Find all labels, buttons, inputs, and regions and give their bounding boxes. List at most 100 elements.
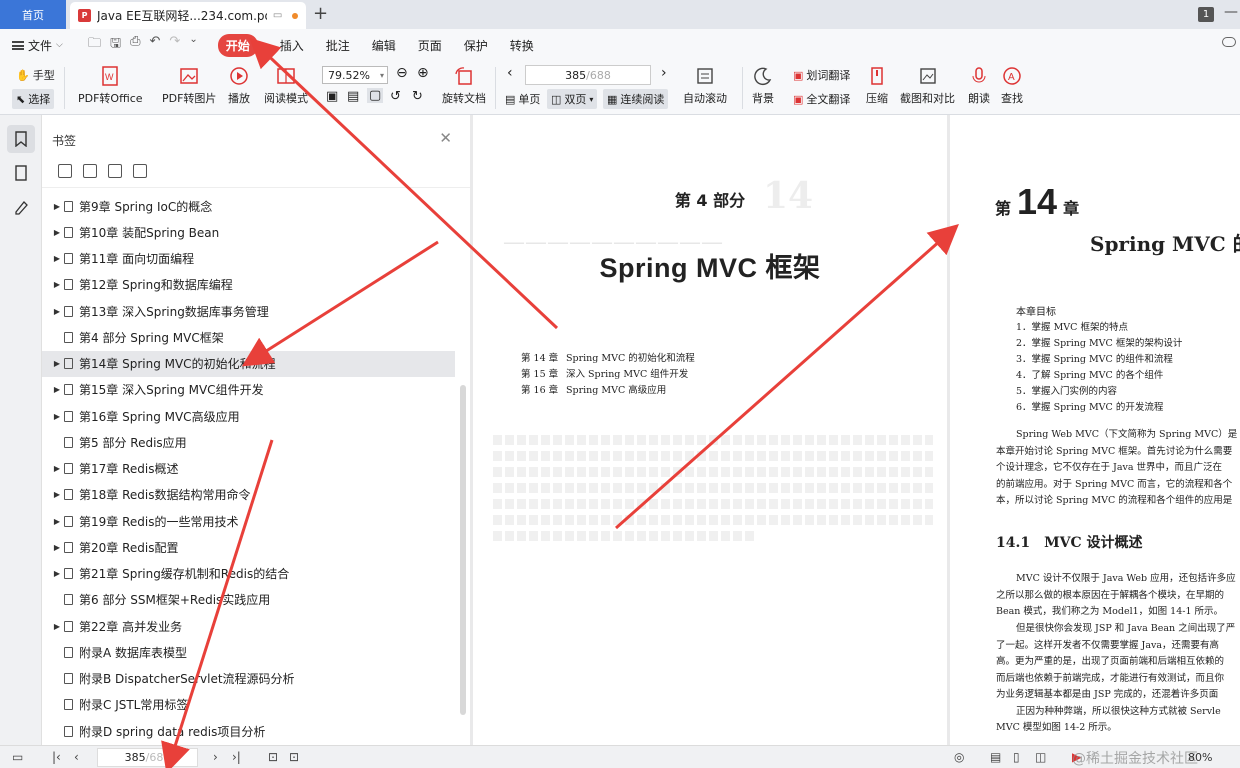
select-tool-button[interactable]: ⬉ 选择 bbox=[12, 89, 55, 109]
expand-arrow-icon[interactable]: ▶ bbox=[42, 490, 64, 499]
bookmark-panel-button[interactable] bbox=[7, 125, 35, 153]
prev-page-icon[interactable]: ‹ bbox=[507, 65, 513, 81]
bookmark-item[interactable]: ▶ 第11章 面向切面编程 bbox=[42, 246, 462, 272]
fit-page-icon[interactable]: ▣ bbox=[326, 89, 338, 104]
more-icon[interactable]: ⌄ bbox=[189, 34, 197, 56]
minimize-icon[interactable]: — bbox=[1224, 4, 1238, 20]
rotate-document-button[interactable]: 旋转文档 bbox=[442, 65, 486, 106]
print-icon[interactable]: ⎙ bbox=[130, 34, 140, 56]
word-translate-button[interactable]: ▣ 划词翻译 bbox=[793, 67, 850, 83]
thumbnail-panel-button[interactable] bbox=[7, 159, 35, 187]
next-page-icon[interactable]: › bbox=[213, 750, 218, 764]
toc-item[interactable]: 第 14 章 Spring MVC 的初始化和流程 bbox=[521, 351, 695, 367]
single-page-button[interactable]: ▤ 单页 bbox=[505, 91, 540, 107]
tab-start[interactable]: 开始 bbox=[217, 33, 258, 57]
bookmark-settings-icon[interactable] bbox=[133, 164, 147, 178]
zoom-out-icon[interactable]: ⊖ bbox=[396, 65, 408, 81]
auto-scroll-button[interactable]: 自动滚动 bbox=[683, 65, 727, 106]
collapse-all-icon[interactable] bbox=[83, 164, 97, 178]
expand-arrow-icon[interactable]: ▶ bbox=[42, 307, 64, 316]
read-aloud-button[interactable]: 朗读 bbox=[968, 65, 990, 106]
pdf-to-office-button[interactable]: W PDF转Office bbox=[78, 65, 143, 106]
go-back-icon[interactable]: ⊡ bbox=[268, 750, 278, 764]
expand-arrow-icon[interactable]: ▶ bbox=[42, 202, 64, 211]
bookmark-item[interactable]: 第5 部分 Redis应用 bbox=[42, 429, 462, 455]
bookmark-item[interactable]: 附录D spring data redis项目分析 bbox=[42, 718, 462, 744]
toc-item[interactable]: 第 16 章 Spring MVC 高级应用 bbox=[521, 383, 695, 399]
continuous-read-button[interactable]: ▦ 连续阅读 bbox=[603, 89, 669, 109]
bookmark-item[interactable]: ▶ 第14章 Spring MVC的初始化和流程 bbox=[42, 350, 455, 377]
tab-convert[interactable]: 转换 bbox=[510, 37, 534, 54]
open-folder-icon[interactable]: 🗀 bbox=[88, 34, 101, 56]
bookmark-item[interactable]: ▶ 第13章 深入Spring数据库事务管理 bbox=[42, 298, 462, 324]
expand-arrow-icon[interactable]: ▶ bbox=[42, 464, 64, 473]
bookmark-item[interactable]: ▶ 第9章 Spring IoC的概念 bbox=[42, 193, 462, 219]
monitor-icon[interactable]: ▭ bbox=[273, 10, 282, 21]
fit-width-icon[interactable]: ▤ bbox=[347, 89, 359, 104]
bookmark-item[interactable]: ▶ 第19章 Redis的一些常用技术 bbox=[42, 508, 462, 534]
tab-home[interactable]: 首页 bbox=[0, 0, 66, 29]
bookmark-item[interactable]: 第6 部分 SSM框架+Redis实践应用 bbox=[42, 587, 462, 613]
tab-page[interactable]: 页面 bbox=[418, 37, 442, 54]
expand-arrow-icon[interactable]: ▶ bbox=[42, 517, 64, 526]
bookmark-item[interactable]: ▶ 第21章 Spring缓存机制和Redis的结合 bbox=[42, 561, 462, 587]
expand-arrow-icon[interactable]: ▶ bbox=[42, 622, 64, 631]
tab-insert[interactable]: 插入 bbox=[280, 37, 304, 54]
new-tab-button[interactable]: + bbox=[313, 3, 328, 24]
read-mode-button[interactable]: 阅读模式 bbox=[264, 65, 308, 106]
bookmark-item[interactable]: ▶ 第18章 Redis数据结构常用命令 bbox=[42, 482, 462, 508]
tab-protect[interactable]: 保护 bbox=[464, 37, 488, 54]
undo-icon[interactable]: ↶ bbox=[150, 34, 161, 56]
rotate-left-icon[interactable]: ↺ bbox=[390, 89, 401, 104]
bookmark-item[interactable]: 第4 部分 Spring MVC框架 bbox=[42, 324, 462, 350]
pdf-to-image-button[interactable]: PDF转图片 bbox=[162, 65, 216, 106]
status-zoom[interactable]: 80% bbox=[1188, 751, 1212, 764]
prev-page-icon[interactable]: ‹ bbox=[74, 750, 79, 764]
first-page-icon[interactable]: |‹ bbox=[52, 750, 61, 764]
expand-all-icon[interactable] bbox=[58, 164, 72, 178]
expand-arrow-icon[interactable]: ▶ bbox=[42, 359, 64, 368]
expand-arrow-icon[interactable]: ▶ bbox=[42, 385, 64, 394]
go-forward-icon[interactable]: ⊡ bbox=[289, 750, 299, 764]
tab-annotate[interactable]: 批注 bbox=[326, 37, 350, 54]
next-page-icon[interactable]: › bbox=[661, 65, 667, 81]
redo-icon[interactable]: ↷ bbox=[169, 34, 180, 56]
double-page-button[interactable]: ◫ 双页 ▾ bbox=[547, 89, 598, 109]
status-page-input[interactable]: 385 /688 bbox=[97, 748, 198, 767]
screenshot-compare-button[interactable]: 截图和对比 bbox=[900, 65, 955, 106]
bookmark-item[interactable]: 附录B DispatcherServlet流程源码分析 bbox=[42, 666, 462, 692]
actual-size-icon[interactable]: ▢ bbox=[367, 88, 384, 103]
find-button[interactable]: A 查找 bbox=[1001, 65, 1023, 106]
sidebar-toggle-icon[interactable]: ▭ bbox=[12, 750, 23, 764]
bookmark-item[interactable]: ▶ 第17章 Redis概述 bbox=[42, 456, 462, 482]
bookmark-item[interactable]: ▶ 第12章 Spring和数据库编程 bbox=[42, 272, 462, 298]
add-bookmark-icon[interactable] bbox=[108, 164, 122, 178]
expand-arrow-icon[interactable]: ▶ bbox=[42, 569, 64, 578]
expand-arrow-icon[interactable]: ▶ bbox=[42, 228, 64, 237]
window-count-badge[interactable]: 1 bbox=[1198, 7, 1214, 22]
file-menu[interactable]: 文件 ⌵ bbox=[12, 37, 82, 54]
background-button[interactable]: 背景 bbox=[752, 65, 774, 106]
bookmark-scrollbar[interactable] bbox=[460, 385, 466, 715]
compress-button[interactable]: 压缩 bbox=[866, 65, 888, 106]
toc-item[interactable]: 第 15 章深入 Spring MVC 组件开发 bbox=[521, 367, 695, 383]
annotation-panel-button[interactable] bbox=[7, 193, 35, 221]
page-number-input[interactable]: 385 /688 bbox=[525, 65, 651, 85]
bookmark-item[interactable]: 附录C JSTL常用标签 bbox=[42, 692, 462, 718]
tab-edit[interactable]: 编辑 bbox=[372, 37, 396, 54]
last-page-icon[interactable]: ›| bbox=[232, 750, 241, 764]
single-view-icon[interactable]: ▤ bbox=[990, 750, 1001, 764]
close-icon[interactable]: ✕ bbox=[439, 129, 452, 147]
bookmark-item[interactable]: ▶ 第22章 高并发业务 bbox=[42, 613, 462, 639]
tab-document[interactable]: P Java EE互联网轻...234.com.pdf ▭ bbox=[70, 2, 306, 29]
cloud-icon[interactable] bbox=[1222, 37, 1236, 47]
full-translate-button[interactable]: ▣ 全文翻译 bbox=[793, 91, 850, 107]
zoom-select[interactable]: 79.52% bbox=[322, 66, 388, 84]
bookmark-item[interactable]: ▶ 第20章 Redis配置 bbox=[42, 534, 462, 560]
bookmark-item[interactable]: ▶ 第10章 装配Spring Bean bbox=[42, 219, 462, 245]
bookmark-item[interactable]: 附录A 数据库表模型 bbox=[42, 639, 462, 665]
expand-arrow-icon[interactable]: ▶ bbox=[42, 254, 64, 263]
expand-arrow-icon[interactable]: ▶ bbox=[42, 280, 64, 289]
document-view[interactable]: 14 —————————— 第 4 部分 Spring MVC 框架 第 14 … bbox=[470, 115, 1240, 745]
expand-arrow-icon[interactable]: ▶ bbox=[42, 412, 64, 421]
